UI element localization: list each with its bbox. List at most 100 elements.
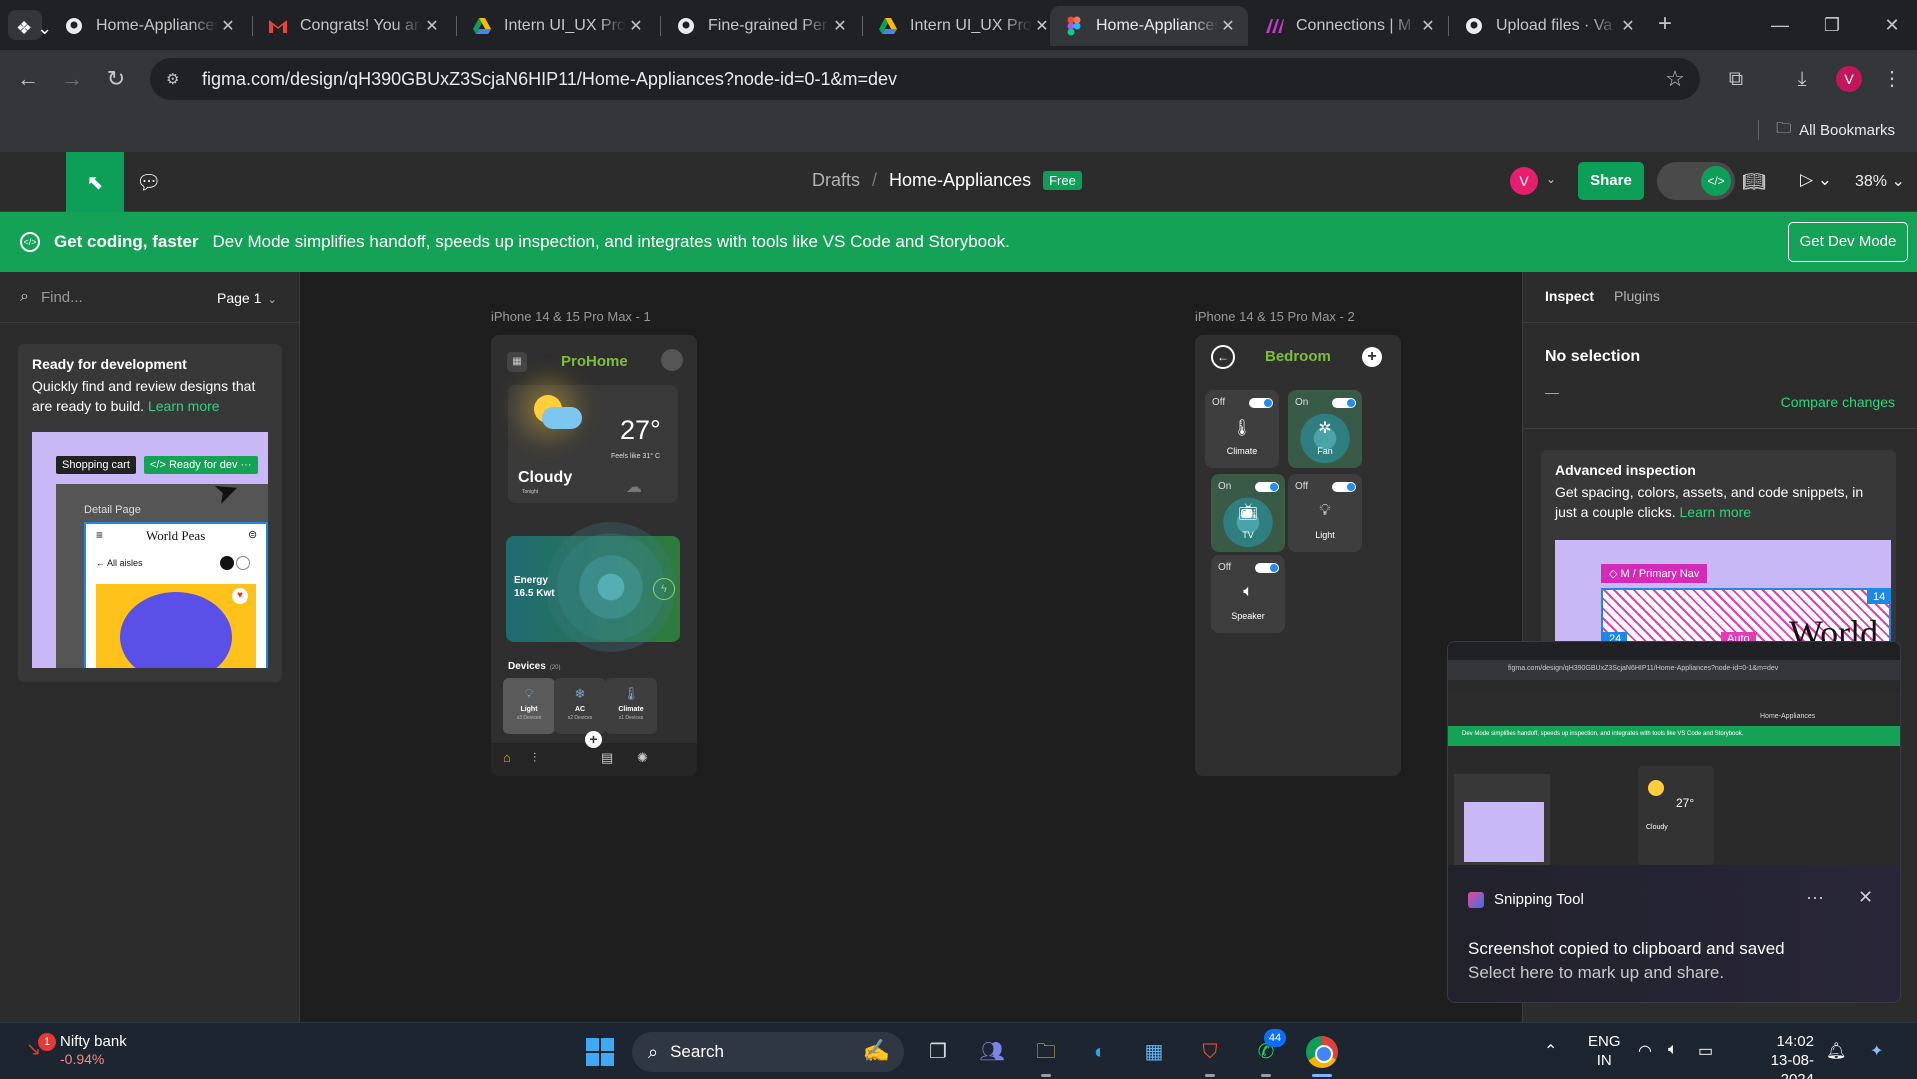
- plan-badge: Free: [1043, 171, 1082, 190]
- learn-more-link[interactable]: Learn more: [148, 398, 220, 414]
- reload-icon[interactable]: ↻: [100, 63, 132, 95]
- url-text[interactable]: figma.com/design/qH390GBUxZ3ScjaN6HIP11/…: [202, 69, 1660, 90]
- banner-text: Dev Mode simplifies handoff, speeds up i…: [212, 232, 1010, 251]
- task-view-icon[interactable]: ❐: [922, 1036, 954, 1068]
- language-indicator[interactable]: ENG IN: [1588, 1032, 1621, 1070]
- dev-mode-toggle[interactable]: </>: [1657, 162, 1735, 200]
- site-settings-icon[interactable]: ⚙: [166, 70, 188, 88]
- device-count: x1 Devices: [618, 715, 644, 721]
- thumb-header: [1448, 692, 1900, 710]
- browser-tab[interactable]: Congrats! You are ✕: [254, 6, 452, 46]
- chevron-up-icon[interactable]: ⌃: [1544, 1041, 1557, 1061]
- close-icon[interactable]: ✕: [1032, 16, 1052, 36]
- close-icon[interactable]: ✕: [1418, 16, 1438, 36]
- bookmark-star-icon[interactable]: ☆: [1660, 66, 1690, 92]
- notification-bell-icon[interactable]: 🔔︎: [1826, 1041, 1846, 1061]
- close-icon[interactable]: ✕: [626, 16, 646, 36]
- windows-start-icon[interactable]: [586, 1038, 614, 1066]
- chevron-down-icon[interactable]: ⌄: [1546, 172, 1556, 186]
- edge-icon[interactable]: ◐: [1084, 1036, 1116, 1068]
- layer-search[interactable]: ⌕ Find...: [20, 288, 83, 306]
- browser-tab-active[interactable]: Home-Appliances ✕: [1050, 6, 1248, 46]
- close-icon[interactable]: ✕: [1218, 16, 1238, 36]
- tab-inspect[interactable]: Inspect: [1545, 288, 1594, 304]
- screenshot-thumbnail[interactable]: figma.com/design/qH390GBUxZ3ScjaN6HIP11/…: [1448, 642, 1900, 869]
- bookmarks-divider: [1758, 120, 1759, 140]
- frame-label[interactable]: iPhone 14 & 15 Pro Max - 2: [1195, 309, 1355, 324]
- frame-label[interactable]: iPhone 14 & 15 Pro Max - 1: [491, 309, 651, 324]
- new-tab-button[interactable]: +: [1650, 10, 1680, 40]
- close-icon[interactable]: ✕: [1618, 16, 1638, 36]
- taskbar-search[interactable]: ⌕ Search ✍: [632, 1032, 904, 1072]
- zoom-menu[interactable]: 38% ⌄: [1855, 171, 1905, 191]
- window-close-icon[interactable]: ✕: [1872, 10, 1912, 40]
- search-input[interactable]: Find...: [41, 289, 83, 306]
- microsoft-store-icon[interactable]: ▦: [1138, 1036, 1170, 1068]
- move-tool-icon[interactable]: ⬉: [66, 152, 124, 212]
- wifi-icon[interactable]: ◠: [1638, 1041, 1652, 1061]
- minimize-icon[interactable]: —: [1760, 10, 1800, 40]
- design-canvas[interactable]: iPhone 14 & 15 Pro Max - 1 iPhone 14 & 1…: [300, 272, 1522, 1022]
- close-icon[interactable]: ✕: [218, 16, 238, 36]
- clock[interactable]: 14:02 13-08-2024: [1744, 1032, 1814, 1079]
- grid-view-icon: [220, 556, 234, 570]
- tab-title: Upload files · Va: [1496, 17, 1613, 34]
- figma-menu-icon[interactable]: ❖ ⌄: [16, 18, 52, 39]
- volume-icon[interactable]: 🔈︎: [1668, 1041, 1678, 1059]
- back-arrow-icon[interactable]: ←: [12, 63, 44, 95]
- tab-plugins[interactable]: Plugins: [1614, 288, 1660, 304]
- chrome-icon[interactable]: [1306, 1036, 1338, 1068]
- library-book-icon[interactable]: 📖︎: [1742, 170, 1766, 194]
- snipping-tool-icon: [1468, 891, 1484, 908]
- share-button[interactable]: Share: [1578, 162, 1644, 200]
- add-icon: +: [585, 731, 602, 748]
- download-icon[interactable]: ⤓: [1786, 63, 1818, 95]
- close-icon[interactable]: ✕: [422, 16, 442, 36]
- get-dev-mode-button[interactable]: Get Dev Mode: [1788, 222, 1908, 262]
- address-bar[interactable]: ⚙ figma.com/design/qH390GBUxZ3ScjaN6HIP1…: [150, 58, 1700, 100]
- extensions-icon[interactable]: ⧉: [1720, 63, 1752, 95]
- comment-tool-icon[interactable]: 💬︎: [136, 170, 161, 195]
- present-play-icon[interactable]: ▷ ⌄: [1800, 170, 1832, 190]
- code-icon: </>: [1701, 166, 1731, 196]
- forward-arrow-icon[interactable]: →: [56, 63, 88, 95]
- browser-tab[interactable]: Connections | M ✕: [1250, 6, 1448, 46]
- speaker-icon: 🔈︎: [1243, 583, 1253, 600]
- battery-icon[interactable]: ▭: [1698, 1041, 1713, 1061]
- thumb-breadcrumb: Home-Appliances: [1448, 710, 1900, 726]
- browser-tab[interactable]: Upload files · Va ✕: [1450, 6, 1648, 46]
- browser-tab[interactable]: Intern UI_UX Pro ✕: [458, 6, 656, 46]
- browser-menu-icon[interactable]: ⋮: [1876, 63, 1908, 95]
- device-tile-light: 💡︎ Light x3 Devices: [503, 678, 555, 734]
- restore-icon[interactable]: ❐: [1812, 10, 1852, 40]
- browser-tab[interactable]: Fine-grained Per ✕: [662, 6, 860, 46]
- illustration-tag: Shopping cart: [56, 456, 136, 474]
- snipping-tool-notification[interactable]: figma.com/design/qH390GBUxZ3ScjaN6HIP11/…: [1447, 641, 1901, 1003]
- page-selector[interactable]: Page 1 ⌄: [217, 290, 277, 306]
- stock-widget[interactable]: ↘ 1 Nifty bank -0.94%: [26, 1033, 127, 1067]
- file-explorer-icon[interactable]: 🗀: [1030, 1036, 1062, 1068]
- close-icon[interactable]: ✕: [1858, 887, 1873, 908]
- compare-changes-link[interactable]: Compare changes: [1781, 394, 1895, 410]
- more-options-icon[interactable]: ···: [1806, 887, 1824, 908]
- frame-bedroom-screen[interactable]: ← Bedroom + Off 🌡︎ Climate On ✲ Fan On 📺…: [1195, 335, 1401, 776]
- notification-app: Snipping Tool: [1468, 891, 1584, 908]
- thumb-toolbar: figma.com/design/qH390GBUxZ3ScjaN6HIP11/…: [1448, 660, 1900, 680]
- notification-body[interactable]: Snipping Tool ··· ✕ Screenshot copied to…: [1448, 865, 1900, 1002]
- back-arrow-icon: ←: [1211, 345, 1235, 369]
- cart-icon: ⊜: [248, 529, 258, 541]
- teams-icon[interactable]: 👥︎: [976, 1036, 1008, 1068]
- brave-icon[interactable]: ⛉: [1194, 1036, 1226, 1068]
- profile-avatar[interactable]: V: [1836, 66, 1862, 92]
- frame-home-screen[interactable]: ▦ ProHome 27° Feels like 31° C Cloudy To…: [491, 335, 697, 776]
- collaborator-avatar[interactable]: V: [1510, 167, 1538, 195]
- close-icon[interactable]: ✕: [830, 16, 850, 36]
- browser-tab[interactable]: Home-Appliances ✕: [50, 6, 248, 46]
- breadcrumb-drafts[interactable]: Drafts: [812, 170, 860, 191]
- add-icon: +: [1362, 347, 1382, 367]
- file-name[interactable]: Home-Appliances: [889, 170, 1031, 191]
- copilot-icon[interactable]: ✦: [1870, 1041, 1883, 1061]
- browser-tab[interactable]: Intern UI_UX Pro ✕: [864, 6, 1062, 46]
- learn-more-link[interactable]: Learn more: [1680, 504, 1752, 520]
- all-bookmarks-button[interactable]: 🗀 All Bookmarks: [1776, 118, 1895, 143]
